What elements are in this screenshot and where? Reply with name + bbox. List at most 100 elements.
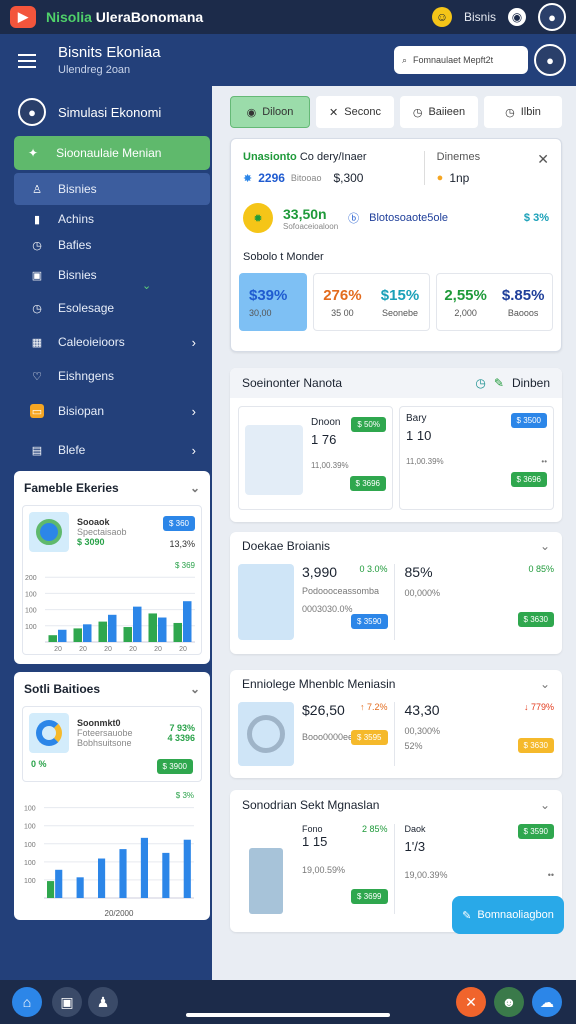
stat-tile-5[interactable]: $.85% Baooos (502, 287, 545, 318)
card4-right-change: 779% (530, 702, 554, 712)
sidebar-item-bisnies[interactable]: ♙ Bisnies (14, 173, 210, 205)
x-tick-label: 20 (79, 646, 87, 653)
row-value: 13,3% (169, 538, 195, 549)
card1-title-green: Unasionto (243, 151, 297, 163)
chevron-down-icon[interactable]: ⌄ (540, 798, 550, 812)
home-icon[interactable]: ⌂ (12, 987, 42, 1017)
floating-button-label: Bomnaoliagbon (477, 909, 554, 921)
bar-chart-2: 100 100 100 100 100 $ 3% 20/2000 (24, 791, 194, 918)
tab-seconc[interactable]: ✕ Seconc (316, 96, 394, 128)
home-indicator[interactable] (186, 1013, 390, 1017)
y-tick-label: 100 (25, 591, 37, 598)
x-tick-label: 20 (54, 646, 62, 653)
sidebar-user[interactable]: ● Simulasi Ekonomi (18, 98, 161, 126)
card3-left-pill[interactable]: $ 3590 (351, 614, 388, 629)
card5-right-name: Daok (404, 824, 426, 834)
smiley-icon[interactable]: ☺ (431, 7, 452, 27)
chart-top-label: $ 369 (175, 561, 196, 570)
robot-icon[interactable]: ☻ (494, 987, 524, 1017)
row-title: Sooaok (77, 517, 110, 527)
card5-left-date: 19,00.59% (302, 865, 346, 875)
sidebar-item-bisiopan[interactable]: ▭ Bisiopan › (14, 395, 210, 427)
sidebar-item-label: Blefe (58, 443, 86, 457)
sidebar-item-bafies[interactable]: ◷ Bafies (14, 229, 210, 261)
left-panel-2: Sotli Baitioes ⌄ Soonmkt0 Foteersauobe Bo… (14, 672, 210, 920)
card1-section-title: Sobolo t Monder (243, 251, 324, 263)
card2-left-pill-bottom[interactable]: $ 3696 (349, 476, 386, 491)
card3-left-sub: Podoooceassomba (302, 586, 380, 596)
search-input[interactable]: ⌕ Fomnaulaet Mepft2t (394, 46, 528, 74)
card4-right-pill[interactable]: $ 3630 (517, 738, 554, 753)
sidebar-item-esolesage[interactable]: ◷ Esolesage (14, 292, 210, 324)
sidebar-item-eishngens[interactable]: ♡ Eishngens (14, 360, 210, 392)
ball-icon[interactable]: ◉ (508, 8, 526, 26)
card3-right-pill[interactable]: $ 3630 (517, 612, 554, 627)
tabs-icon[interactable]: ▣ (52, 987, 82, 1017)
sidebar-item-active[interactable]: ✦ Sioonaulaie Menian (14, 136, 210, 170)
stat-tile-1[interactable]: $39% 30,00 (239, 273, 307, 331)
card5-right-pill-top[interactable]: $ 3590 (517, 824, 554, 839)
tab-ilbin[interactable]: ◷ Ilbin (484, 96, 562, 128)
chevron-right-icon: › (191, 403, 196, 419)
row-green-2: 4 3396 (167, 733, 195, 743)
stat-value: 276% (323, 286, 362, 304)
bar (140, 837, 148, 898)
chevron-down-icon[interactable]: ⌄ (540, 677, 550, 691)
y-tick-label: 100 (24, 860, 36, 867)
y-tick-label: 100 (24, 878, 36, 885)
card1-value-1: 2296 (258, 171, 285, 185)
card4-left-pill[interactable]: $ 3595 (351, 730, 388, 745)
card5-left-pill[interactable]: $ 3699 (351, 889, 388, 904)
card5-title: Sonodrian Sekt Mgnaslan (242, 798, 380, 812)
tab-baiieen[interactable]: ◷ Baiieen (400, 96, 478, 128)
row-pill[interactable]: $ 3900 (156, 759, 193, 774)
card2-right-pill-bottom[interactable]: $ 3696 (510, 472, 547, 487)
card2-left-value: 1 76 (311, 432, 337, 447)
stat-tile-3[interactable]: $15% Seonebe (381, 287, 419, 318)
app-logo-icon[interactable]: ▶ (10, 6, 36, 28)
bar (183, 839, 191, 898)
cloud-icon[interactable]: ☁ (532, 987, 562, 1017)
chevron-down-icon[interactable]: ⌄ (190, 682, 200, 696)
avatar[interactable]: ● (538, 3, 566, 31)
card3-title: Doekae Broianis (242, 539, 331, 553)
sidebar-item-bisnies-2[interactable]: ▣ Bisnies (14, 259, 210, 291)
sidebar-item-caleoieioors[interactable]: ▦ Caleoieioors › (14, 326, 210, 358)
stat-tile-2[interactable]: 276% 35 00 (323, 287, 361, 318)
sidebar-item-label: Eishngens (58, 369, 115, 383)
people-icon[interactable]: ♟ (88, 987, 118, 1017)
card2-left-pill-top[interactable]: $ 50% (351, 417, 386, 432)
floating-action-button[interactable]: ✎ Bomnaoliagbon (452, 896, 564, 934)
x-tick-label: 20 (104, 646, 112, 653)
card3-right-green: 0 85% (528, 564, 554, 574)
chevron-down-icon[interactable]: ⌄ (190, 481, 200, 495)
profile-avatar[interactable]: ● (534, 44, 566, 76)
heart-icon: ♡ (32, 370, 42, 383)
clock-icon[interactable]: ◷ (475, 376, 485, 390)
globe-icon (29, 512, 69, 552)
sidebar-item-blefe[interactable]: ▤ Blefe › (14, 434, 210, 466)
card3-right-value: 85% (404, 564, 433, 580)
chevron-down-icon[interactable]: ⌄ (540, 539, 550, 553)
calendar-icon: ▤ (31, 444, 43, 457)
user-label: Bisnis (463, 10, 496, 24)
stat-label: Seonebe (381, 307, 418, 318)
y-tick-label: 100 (25, 624, 37, 631)
tab-diloon[interactable]: ◉ Diloon (230, 96, 310, 128)
tools-icon[interactable]: ✕ (456, 987, 486, 1017)
row-green-1: 7 93% (169, 723, 195, 733)
row-pill[interactable]: $ 360 (162, 515, 195, 531)
search-placeholder: Fomnaulaet Mepft2t (413, 55, 494, 65)
clock-icon: ◷ (412, 106, 423, 119)
close-icon: ✕ (329, 106, 339, 119)
card3-left: 3,990 0 3.0% Podoooceassomba 0003030.0% $… (238, 564, 388, 640)
stat-tile-4[interactable]: 2,55% 2,000 (444, 287, 487, 318)
x-tick-label: 20 (179, 646, 187, 653)
card2-right-pill-top[interactable]: $ 3500 (510, 413, 547, 428)
leaf-icon: ✎ (493, 376, 504, 390)
close-icon[interactable]: ✕ (537, 151, 549, 185)
card3-left-value: 3,990 (302, 564, 338, 580)
grid-icon: ▦ (31, 336, 43, 349)
tab-label: Ilbin (520, 106, 541, 118)
menu-icon[interactable] (18, 54, 36, 68)
